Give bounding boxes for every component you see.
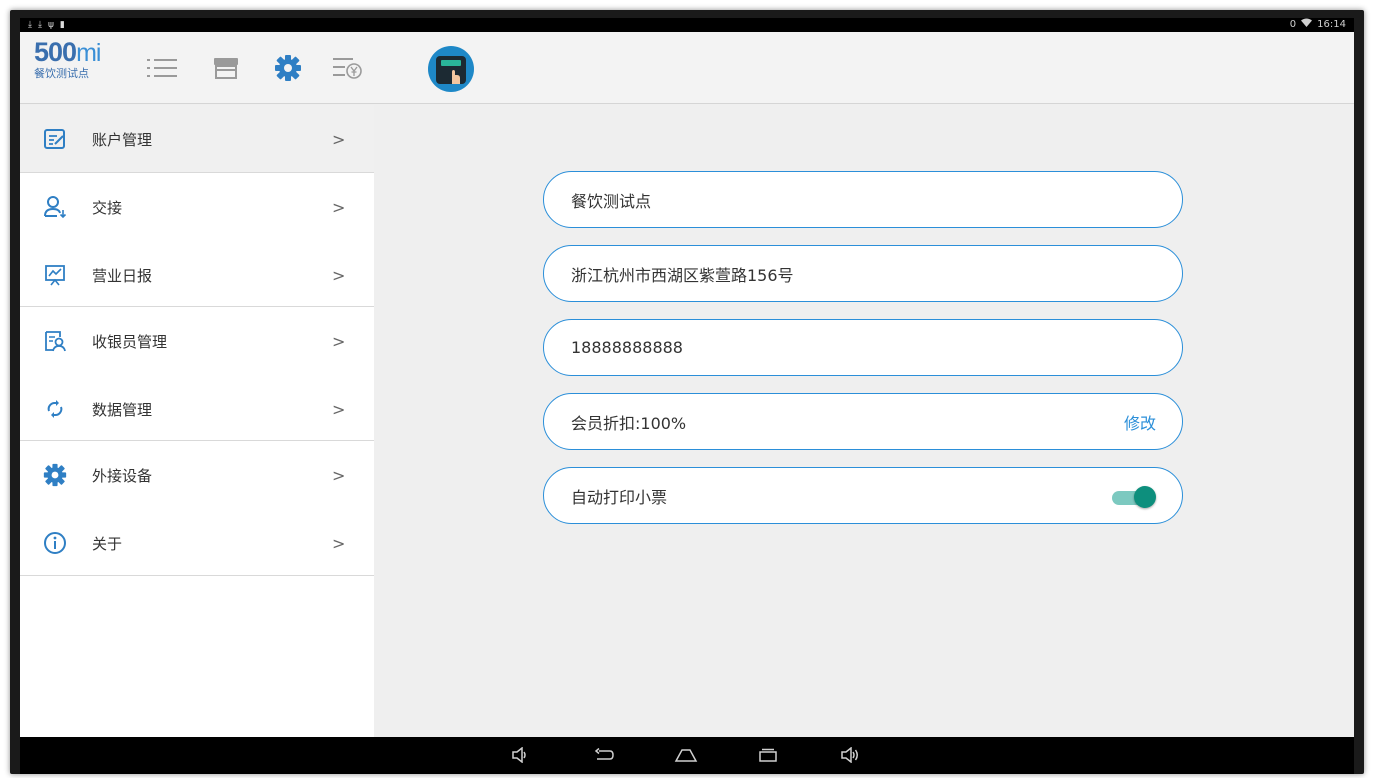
brand-suffix: mi <box>76 39 101 67</box>
status-right: 0 16:14 <box>1290 18 1346 32</box>
volume-down-icon[interactable] <box>504 743 536 767</box>
daily-report-icon <box>40 260 70 290</box>
auto-print-label: 自动打印小票 <box>571 487 668 507</box>
battery-icon: ▮ <box>59 20 65 30</box>
edit-discount-button[interactable]: 修改 <box>1124 410 1156 434</box>
notification-badge: 0 <box>1289 19 1297 30</box>
recents-icon[interactable] <box>752 743 784 767</box>
sidebar-item-cashier[interactable]: 收银员管理 > <box>20 307 374 375</box>
chevron-right-icon: > <box>332 533 346 553</box>
member-discount-row: 会员折扣:100% 修改 <box>543 393 1183 450</box>
sidebar-item-daily-report[interactable]: 营业日报 > <box>20 241 374 309</box>
download-icon: ⤓ <box>28 20 32 30</box>
account-edit-icon <box>40 124 70 154</box>
sidebar-item-label: 账户管理 <box>92 130 153 149</box>
auto-print-toggle[interactable] <box>1112 485 1156 508</box>
yen-list-icon[interactable] <box>332 52 364 84</box>
app-header: 500mi 餐饮测试点 <box>20 32 1354 104</box>
chevron-right-icon: > <box>332 465 346 485</box>
sidebar-item-label: 外接设备 <box>92 466 153 485</box>
home-icon[interactable] <box>670 743 702 767</box>
member-discount-value: 会员折扣:100% <box>571 413 687 433</box>
address-field[interactable]: 浙江杭州市西湖区紫萱路156号 <box>543 245 1183 302</box>
wifi-icon <box>1301 18 1313 32</box>
chevron-right-icon: > <box>332 197 346 217</box>
usb-icon: ψ <box>47 20 54 30</box>
sidebar-item-label: 数据管理 <box>92 400 153 419</box>
download-icon: ⤓ <box>37 20 42 30</box>
toggle-thumb <box>1134 485 1156 508</box>
sidebar-item-external-devices[interactable]: 外接设备 > <box>20 441 374 509</box>
sidebar-item-account[interactable]: 账户管理 > <box>20 105 374 173</box>
sidebar-item-label: 关于 <box>92 534 123 553</box>
sidebar-item-handover[interactable]: 交接 > <box>20 173 374 241</box>
phone-field[interactable]: 18888888888 <box>543 319 1183 376</box>
chevron-right-icon: > <box>332 265 346 285</box>
sidebar-item-label: 收银员管理 <box>92 332 168 351</box>
sidebar-item-label: 营业日报 <box>92 266 153 285</box>
user-handover-icon <box>40 192 70 222</box>
chevron-right-icon: > <box>332 331 346 351</box>
cashier-icon <box>40 326 70 356</box>
status-bar: ⤓ ⤓ ψ ▮ 0 16:14 <box>20 18 1354 32</box>
chevron-right-icon: > <box>332 129 346 149</box>
sidebar-item-data-management[interactable]: 数据管理 > <box>20 375 374 443</box>
address-value: 浙江杭州市西湖区紫萱路156号 <box>571 265 794 285</box>
gear-icon <box>40 460 70 490</box>
settings-sidebar: 账户管理 > 交接 > 营业日报 > 收银员管理 > 数据管理 > 外接设备 >… <box>20 105 374 737</box>
back-icon[interactable] <box>588 743 620 767</box>
settings-gear-icon[interactable] <box>272 52 304 84</box>
screen: ⤓ ⤓ ψ ▮ 0 16:14 500mi 餐饮测试点 账户管理 > 交接 > … <box>20 18 1354 774</box>
brand-logo: 500mi 餐饮测试点 <box>34 37 101 81</box>
chevron-right-icon: > <box>332 399 346 419</box>
sidebar-item-about[interactable]: 关于 > <box>20 509 374 577</box>
auto-print-row: 自动打印小票 <box>543 467 1183 524</box>
store-name-value: 餐饮测试点 <box>571 191 652 211</box>
brand-number: 500 <box>34 37 77 67</box>
sync-icon <box>40 394 70 424</box>
store-icon[interactable] <box>210 52 242 84</box>
avatar[interactable] <box>428 46 474 92</box>
phone-value: 18888888888 <box>571 338 683 357</box>
status-time: 16:14 <box>1317 19 1346 30</box>
store-name-field[interactable]: 餐饮测试点 <box>543 171 1183 228</box>
list-icon[interactable] <box>146 52 178 84</box>
info-icon <box>40 528 70 558</box>
sidebar-item-label: 交接 <box>92 198 123 217</box>
system-nav-bar <box>20 737 1354 774</box>
status-left-icons: ⤓ ⤓ ψ ▮ <box>28 18 65 32</box>
volume-up-icon[interactable] <box>834 743 866 767</box>
divider <box>20 575 374 576</box>
